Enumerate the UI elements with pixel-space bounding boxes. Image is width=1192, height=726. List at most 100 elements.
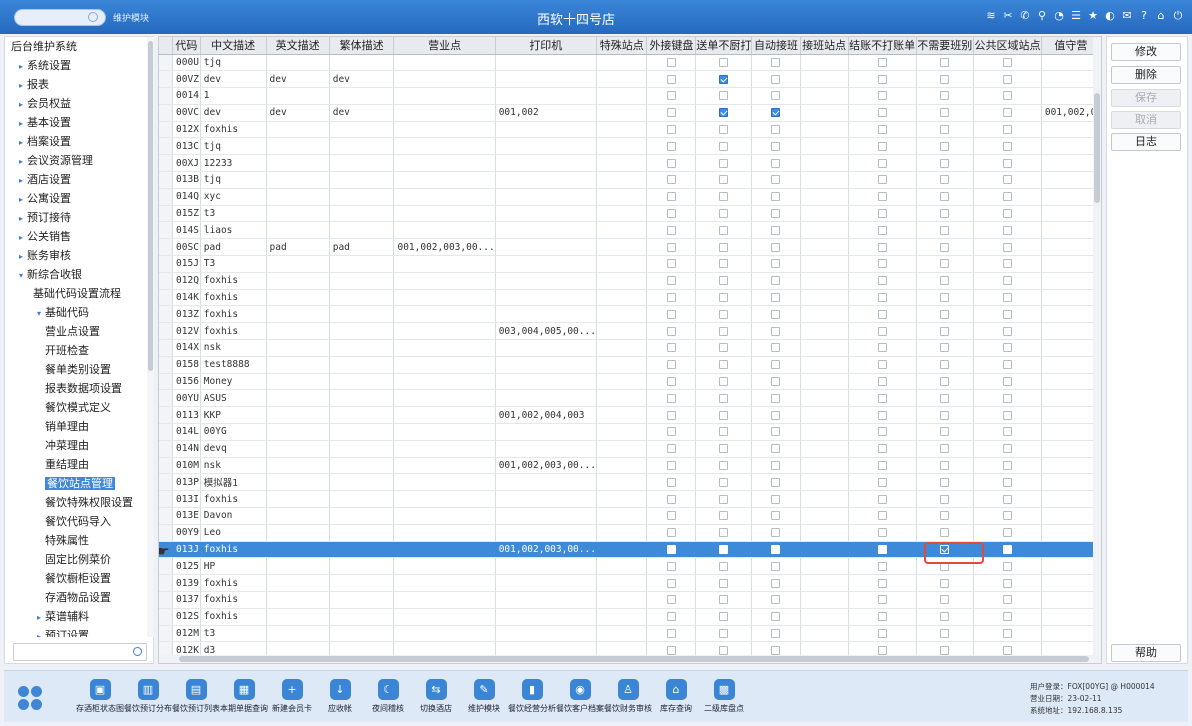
cell-en[interactable] [266, 608, 330, 626]
checkbox[interactable] [666, 427, 676, 437]
cell-extra[interactable] [1041, 608, 1101, 626]
checkbox[interactable] [1002, 225, 1012, 235]
column-header[interactable]: 结账不打账单 [848, 37, 917, 55]
table-row[interactable]: 012V foxhis 003,004,005,00... [159, 322, 1101, 341]
checkbox[interactable] [666, 276, 676, 286]
cell-tw[interactable] [329, 440, 395, 458]
cell-cn[interactable]: t3 [200, 205, 267, 223]
tree-item[interactable]: 餐饮橱柜设置 [5, 569, 147, 588]
cell-empty[interactable] [800, 70, 849, 89]
cell-printer[interactable] [495, 289, 597, 307]
cell-outlet[interactable] [393, 574, 496, 592]
cell-empty[interactable] [596, 473, 648, 492]
cell-printer[interactable] [495, 473, 597, 492]
taskbar-item[interactable]: ▩ 二级库盘点 [694, 679, 754, 714]
cell-empty[interactable] [800, 423, 849, 441]
cell-cn[interactable]: 模拟器1 [200, 473, 267, 492]
row-gutter[interactable] [159, 356, 174, 374]
checkbox[interactable] [719, 528, 729, 538]
cell-empty[interactable] [800, 591, 849, 609]
cell-empty[interactable] [596, 54, 648, 72]
cell-outlet[interactable] [393, 389, 496, 408]
cell-en[interactable] [266, 406, 330, 425]
checkbox[interactable] [771, 175, 781, 185]
checkbox[interactable] [877, 645, 887, 655]
row-gutter[interactable] [159, 54, 174, 72]
cell-extra[interactable] [1041, 305, 1101, 324]
cell-empty[interactable] [800, 339, 849, 357]
cell-extra[interactable] [1041, 557, 1101, 576]
checkbox[interactable] [771, 343, 781, 353]
cell-printer[interactable] [495, 255, 597, 273]
cell-cn[interactable]: foxhis [200, 574, 267, 592]
tree-scrollbar[interactable] [147, 37, 154, 637]
cell-outlet[interactable] [393, 440, 496, 458]
checkbox[interactable] [771, 91, 781, 101]
checkbox[interactable] [719, 57, 729, 67]
cell-printer[interactable] [495, 507, 597, 525]
checkbox[interactable] [1002, 528, 1012, 538]
column-header[interactable]: 特殊站点 [596, 37, 648, 55]
cell-printer[interactable]: 001,002,003,00... [495, 457, 597, 475]
checkbox[interactable] [666, 545, 676, 554]
cell-extra[interactable] [1041, 339, 1101, 357]
checkbox[interactable] [719, 192, 729, 202]
cell-code[interactable]: 013C [172, 137, 201, 156]
row-gutter[interactable] [159, 171, 174, 189]
checkbox[interactable] [877, 225, 887, 235]
checkbox[interactable] [940, 393, 950, 403]
checkbox[interactable] [771, 57, 781, 67]
cell-code[interactable]: 014X [172, 339, 201, 357]
row-gutter[interactable] [159, 322, 174, 341]
cell-tw[interactable]: dev [329, 104, 395, 122]
column-header[interactable]: 送单不厨打 [695, 37, 753, 55]
cell-tw[interactable] [329, 608, 395, 626]
cell-cn[interactable]: foxhis [200, 272, 267, 290]
checkbox[interactable] [771, 192, 781, 202]
cell-empty[interactable] [800, 137, 849, 156]
cell-outlet[interactable] [393, 221, 496, 240]
cell-empty[interactable] [596, 608, 648, 626]
table-row[interactable]: 013E Davon [159, 507, 1101, 525]
checkbox[interactable] [771, 612, 781, 622]
checkbox[interactable] [877, 427, 887, 437]
checkbox[interactable] [940, 57, 950, 67]
checkbox[interactable] [940, 612, 950, 622]
tree-item[interactable]: 固定比例菜价 [5, 550, 147, 569]
cell-en[interactable] [266, 322, 330, 341]
row-gutter[interactable] [159, 87, 174, 105]
cell-printer[interactable] [495, 154, 597, 173]
column-header[interactable]: 接班站点 [800, 37, 849, 55]
cell-empty[interactable] [596, 121, 648, 139]
cell-en[interactable] [266, 591, 330, 609]
cell-outlet[interactable] [393, 289, 496, 307]
cell-code[interactable]: 00VZ [172, 70, 201, 89]
table-row[interactable]: 014K foxhis [159, 289, 1101, 307]
cell-cn[interactable]: foxhis [200, 591, 267, 609]
checkbox[interactable] [771, 225, 781, 235]
checkbox[interactable] [666, 645, 676, 655]
cell-printer[interactable] [495, 87, 597, 105]
cell-cn[interactable]: dev [200, 104, 267, 122]
cell-code[interactable]: 012S [172, 608, 201, 626]
cell-code[interactable]: 00YU [172, 389, 201, 408]
checkbox[interactable] [666, 595, 676, 605]
checkbox[interactable] [719, 645, 729, 655]
tree-item[interactable]: 营业点设置 [5, 322, 147, 341]
cell-printer[interactable]: 001,002,003,00... [495, 541, 597, 559]
row-gutter[interactable] [159, 608, 174, 626]
checkbox[interactable] [940, 360, 950, 370]
cell-extra[interactable] [1041, 541, 1101, 559]
cell-code[interactable]: 013P [172, 473, 201, 492]
cell-extra[interactable] [1041, 322, 1101, 341]
checkbox[interactable] [771, 410, 781, 420]
checkbox[interactable] [877, 393, 887, 403]
checkbox[interactable] [940, 293, 950, 303]
checked-checkbox[interactable] [719, 74, 729, 84]
cell-empty[interactable] [596, 154, 648, 173]
cell-empty[interactable] [800, 541, 849, 559]
checkbox[interactable] [771, 494, 781, 504]
checkbox[interactable] [940, 494, 950, 504]
checkbox[interactable] [1002, 360, 1012, 370]
cell-extra[interactable] [1041, 490, 1101, 509]
